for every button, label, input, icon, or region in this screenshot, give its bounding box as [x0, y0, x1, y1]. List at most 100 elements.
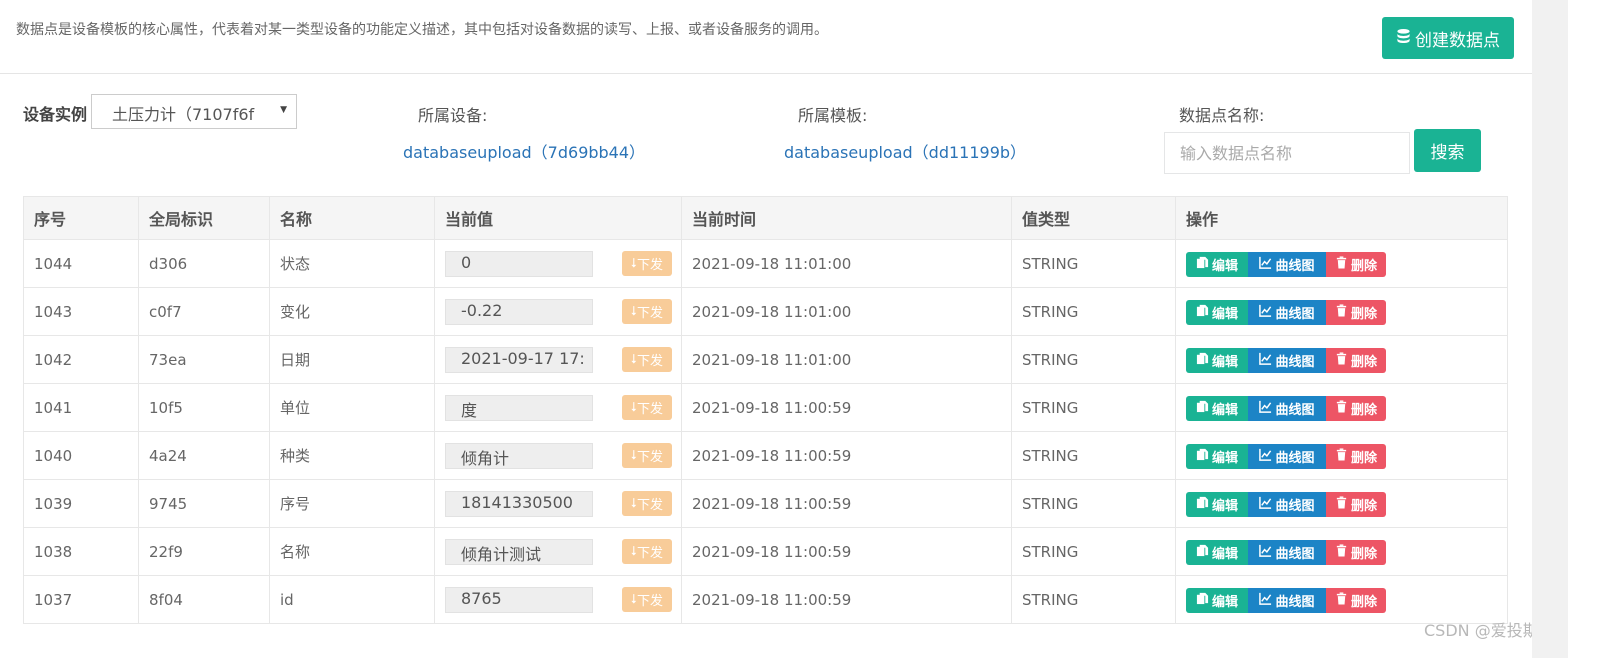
chart-label: 曲线图 — [1275, 451, 1315, 466]
scrollbar[interactable] — [1532, 0, 1568, 658]
action-group: 编辑 曲线图 删除 — [1186, 444, 1497, 469]
send-label: 下发 — [637, 258, 664, 273]
chart-button[interactable]: 曲线图 — [1248, 588, 1326, 613]
delete-button[interactable]: 删除 — [1326, 444, 1386, 469]
delete-button[interactable]: 删除 — [1326, 492, 1386, 517]
value-input[interactable]: 0 — [445, 250, 593, 277]
value-input[interactable]: 度 — [445, 394, 593, 421]
table-row: 1040 4a24 种类 倾角计 ⭣ 下发 2021-09-18 11:00:5… — [23, 431, 1508, 480]
caret-down-icon: ▼ — [280, 105, 287, 115]
copy-icon — [1196, 544, 1209, 561]
delete-button[interactable]: 删除 — [1326, 252, 1386, 277]
value-group: 度 ⭣ 下发 — [445, 394, 672, 421]
send-button[interactable]: ⭣ 下发 — [622, 587, 672, 612]
action-group: 编辑 曲线图 删除 — [1186, 252, 1497, 277]
cell-value: 度 ⭣ 下发 — [434, 383, 682, 432]
delete-button[interactable]: 删除 — [1326, 300, 1386, 325]
device-label: 所属设备: — [418, 106, 488, 125]
column-header: 序号 — [23, 196, 139, 240]
chart-label: 曲线图 — [1275, 259, 1315, 274]
edit-button[interactable]: 编辑 — [1186, 540, 1248, 565]
instance-select[interactable]: 土压力计（7107f6f ▼ — [91, 94, 297, 129]
cell-value: 0 ⭣ 下发 — [434, 239, 682, 288]
search-button[interactable]: 搜索 — [1414, 129, 1481, 172]
table-row: 1037 8f04 id 8765 ⭣ 下发 2021-09-18 11:00:… — [23, 575, 1508, 624]
chart-label: 曲线图 — [1275, 403, 1315, 418]
create-datapoint-button[interactable]: 创建数据点 — [1382, 17, 1514, 59]
cell-key: d306 — [138, 239, 270, 288]
delete-button[interactable]: 删除 — [1326, 588, 1386, 613]
cell-type: STRING — [1011, 431, 1176, 480]
cell-key: 73ea — [138, 335, 270, 384]
cell-time: 2021-09-18 11:01:00 — [681, 287, 1012, 336]
send-button[interactable]: ⭣ 下发 — [622, 299, 672, 324]
delete-button[interactable]: 删除 — [1326, 396, 1386, 421]
table-body: 1044 d306 状态 0 ⭣ 下发 2021-09-18 11:01:00 … — [23, 239, 1508, 624]
send-button[interactable]: ⭣ 下发 — [622, 491, 672, 516]
chart-button[interactable]: 曲线图 — [1248, 396, 1326, 421]
column-header: 当前时间 — [681, 196, 1012, 240]
line-chart-icon — [1259, 496, 1272, 513]
database-icon — [1396, 28, 1411, 49]
device-link[interactable]: databaseupload（7d69bb44） — [403, 139, 645, 163]
value-input[interactable]: 18141330500 — [445, 490, 593, 517]
cell-id: 1038 — [23, 527, 139, 576]
send-button[interactable]: ⭣ 下发 — [622, 539, 672, 564]
delete-button[interactable]: 删除 — [1326, 348, 1386, 373]
send-button[interactable]: ⭣ 下发 — [622, 347, 672, 372]
table-row: 1044 d306 状态 0 ⭣ 下发 2021-09-18 11:01:00 … — [23, 239, 1508, 288]
copy-icon — [1196, 448, 1209, 465]
chart-button[interactable]: 曲线图 — [1248, 540, 1326, 565]
chart-button[interactable]: 曲线图 — [1248, 444, 1326, 469]
trash-icon — [1335, 496, 1348, 513]
send-label: 下发 — [637, 498, 664, 513]
page: 数据点是设备模板的核心属性，代表着对某一类型设备的功能定义描述，其中包括对设备数… — [0, 0, 1539, 658]
chart-button[interactable]: 曲线图 — [1248, 252, 1326, 277]
edit-label: 编辑 — [1211, 451, 1238, 466]
copy-icon — [1196, 304, 1209, 321]
column-header: 值类型 — [1011, 196, 1176, 240]
line-chart-icon — [1259, 592, 1272, 609]
copy-icon — [1196, 400, 1209, 417]
column-header: 当前值 — [434, 196, 682, 240]
delete-label: 删除 — [1350, 547, 1377, 562]
chart-button[interactable]: 曲线图 — [1248, 300, 1326, 325]
value-input[interactable]: -0.22 — [445, 298, 593, 325]
template-link[interactable]: databaseupload（dd11199b） — [784, 139, 1026, 163]
delete-button[interactable]: 删除 — [1326, 540, 1386, 565]
column-header: 操作 — [1175, 196, 1508, 240]
edit-button[interactable]: 编辑 — [1186, 300, 1248, 325]
edit-button[interactable]: 编辑 — [1186, 252, 1248, 277]
value-input[interactable]: 2021-09-17 17: — [445, 346, 593, 373]
datapoint-name-label: 数据点名称: — [1179, 106, 1265, 125]
send-button[interactable]: ⭣ 下发 — [622, 443, 672, 468]
cell-time: 2021-09-18 11:01:00 — [681, 335, 1012, 384]
action-group: 编辑 曲线图 删除 — [1186, 492, 1497, 517]
datapoint-name-input[interactable] — [1164, 132, 1410, 174]
cell-value: 倾角计 ⭣ 下发 — [434, 431, 682, 480]
template-label: 所属模板: — [798, 106, 868, 125]
line-chart-icon — [1259, 304, 1272, 321]
copy-icon — [1196, 592, 1209, 609]
value-input[interactable]: 8765 — [445, 586, 593, 613]
chart-button[interactable]: 曲线图 — [1248, 492, 1326, 517]
cell-type: STRING — [1011, 479, 1176, 528]
cell-time: 2021-09-18 11:00:59 — [681, 575, 1012, 624]
send-label: 下发 — [637, 306, 664, 321]
action-group: 编辑 曲线图 删除 — [1186, 540, 1497, 565]
send-button[interactable]: ⭣ 下发 — [622, 251, 672, 276]
value-group: 0 ⭣ 下发 — [445, 250, 672, 277]
cell-type: STRING — [1011, 287, 1176, 336]
edit-button[interactable]: 编辑 — [1186, 492, 1248, 517]
edit-button[interactable]: 编辑 — [1186, 588, 1248, 613]
chart-button[interactable]: 曲线图 — [1248, 348, 1326, 373]
edit-button[interactable]: 编辑 — [1186, 444, 1248, 469]
chart-label: 曲线图 — [1275, 595, 1315, 610]
send-button[interactable]: ⭣ 下发 — [622, 395, 672, 420]
value-input[interactable]: 倾角计 — [445, 442, 593, 469]
value-input[interactable]: 倾角计测试 — [445, 538, 593, 565]
cell-name: 状态 — [269, 239, 435, 288]
edit-button[interactable]: 编辑 — [1186, 348, 1248, 373]
edit-button[interactable]: 编辑 — [1186, 396, 1248, 421]
cell-actions: 编辑 曲线图 删除 — [1175, 287, 1508, 336]
